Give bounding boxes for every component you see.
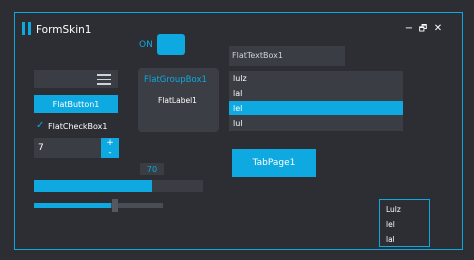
flat-menu-bar[interactable] [34, 70, 118, 88]
dropdown-item[interactable]: lal [386, 235, 395, 244]
toggle-on-label: ON [139, 40, 153, 50]
list-item-label: lulz [233, 74, 247, 83]
list-item-label: lal [233, 89, 243, 98]
check-icon: ✓ [36, 120, 45, 131]
checkbox-label: FlatCheckBox1 [48, 122, 108, 131]
flat-progress-bar [34, 180, 203, 192]
numeric-minus-button[interactable]: - [101, 148, 119, 158]
group-box-title: FlatGroupBox1 [144, 75, 207, 85]
textbox-value: FlatTextBox1 [232, 51, 284, 60]
flat-group-box: FlatGroupBox1 FlatLabel1 [138, 68, 219, 132]
restore-button[interactable]: 🗗 [417, 23, 429, 35]
list-item-label: lel [233, 104, 243, 113]
list-item-label: lul [233, 119, 243, 128]
trackbar-fill [34, 203, 112, 208]
dropdown-list[interactable]: Lulz lel lal [379, 199, 430, 247]
close-button[interactable]: ✕ [432, 23, 444, 35]
tab-page[interactable]: TabPage1 [232, 149, 316, 177]
flat-toggle[interactable] [157, 34, 185, 55]
hamburger-icon[interactable] [97, 74, 111, 85]
flat-trackbar[interactable] [34, 199, 163, 212]
flat-button[interactable]: FlatButton1 [34, 95, 118, 113]
numeric-plus-button[interactable]: + [101, 138, 119, 148]
window-title: FormSkin1 [36, 24, 92, 36]
dropdown-item[interactable]: lel [386, 220, 395, 229]
dropdown-item[interactable]: Lulz [386, 205, 401, 214]
list-item[interactable]: lal [229, 86, 403, 100]
list-item[interactable]: lulz [229, 71, 403, 85]
minimize-button[interactable]: − [403, 23, 415, 35]
flat-label: FlatLabel1 [158, 96, 197, 105]
flat-checkbox[interactable]: ✓ FlatCheckBox1 [34, 120, 124, 134]
progress-value-badge: 70 [140, 163, 164, 175]
flat-textbox[interactable]: FlatTextBox1 [229, 46, 345, 66]
flat-listbox[interactable]: lulz lal lel lul [229, 71, 403, 131]
app-logo-bar-right [28, 22, 31, 35]
numeric-buttons: + - [101, 138, 119, 158]
numeric-value: 7 [38, 143, 44, 153]
list-item[interactable]: lul [229, 116, 403, 130]
trackbar-thumb[interactable] [112, 199, 119, 212]
list-item-selected[interactable]: lel [229, 101, 403, 115]
progress-fill [34, 180, 153, 192]
app-logo-bar-left [22, 22, 25, 35]
flat-numeric[interactable]: 7 + - [34, 138, 119, 158]
